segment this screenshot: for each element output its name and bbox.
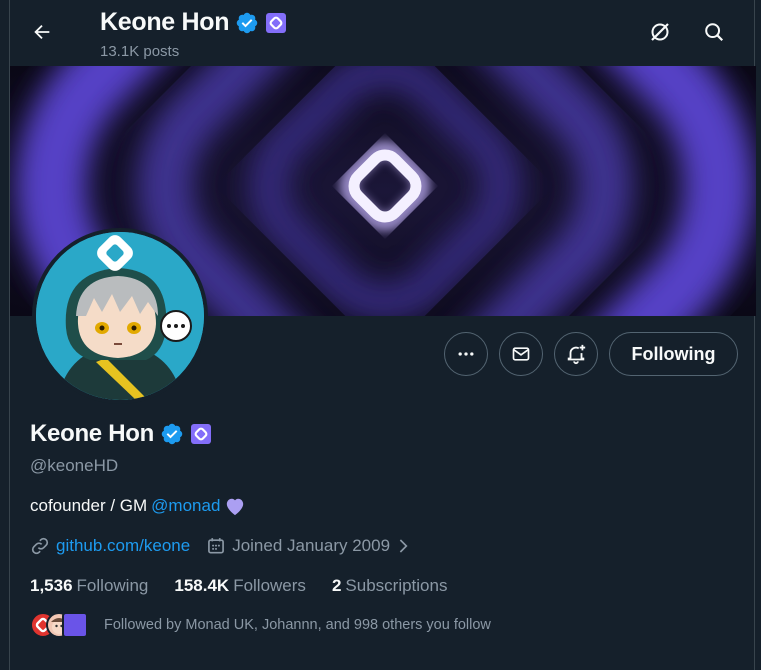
following-stat[interactable]: 1,536 Following — [30, 576, 148, 596]
verified-badge-icon — [237, 12, 258, 33]
back-button[interactable] — [24, 14, 60, 50]
header-name: Keone Hon — [100, 8, 230, 36]
profile-handle: @keoneHD — [30, 456, 119, 475]
calendar-icon — [208, 538, 225, 554]
joined-date: Joined January 2009 — [232, 536, 391, 555]
profile-meta: github.com/keone Joined January 2009 — [30, 536, 412, 556]
verified-badge-icon[interactable] — [160, 422, 184, 446]
following-button[interactable]: Following — [609, 332, 738, 376]
top-bar: Keone Hon 13.1K posts — [10, 0, 756, 66]
profile-stats: 1,536 Following 158.4K Followers 2 Subscrip… — [30, 576, 447, 596]
notify-icon — [567, 344, 586, 365]
followers-label: Followers — [233, 576, 306, 595]
header-posts-count: 13.1K posts — [100, 43, 180, 60]
followed-by-row[interactable]: Followed by Monad UK, Johannn, and 998 o… — [30, 612, 491, 638]
subscriptions-count: 2 — [331, 576, 342, 595]
notify-button[interactable] — [554, 332, 598, 376]
message-button[interactable] — [499, 332, 543, 376]
followed-by-text: Followed by Monad UK, Johannn, and 998 o… — [104, 617, 491, 633]
monad-affiliate-icon[interactable] — [190, 423, 212, 445]
more-button[interactable] — [444, 332, 488, 376]
grok-button[interactable] — [642, 14, 678, 50]
purple-heart-icon — [227, 498, 244, 516]
bio-mention-link[interactable]: @monad — [151, 496, 220, 516]
more-icon — [458, 352, 474, 356]
follower-avatar — [62, 612, 88, 638]
profile-name: Keone Hon — [30, 420, 154, 447]
message-icon — [512, 347, 530, 361]
avatar-image — [36, 232, 204, 400]
profile-name-row: Keone Hon — [30, 420, 212, 448]
back-arrow-icon — [34, 24, 50, 40]
profile-page: Keone Hon 13.1K posts Following Keone Ho… — [9, 0, 756, 670]
search-icon — [705, 23, 724, 42]
followers-stat[interactable]: 158.4K Followers — [174, 576, 306, 596]
header-name-row: Keone Hon — [100, 8, 287, 37]
grok-icon — [651, 23, 669, 41]
website-link[interactable]: github.com/keone — [56, 536, 190, 556]
link-icon — [31, 537, 49, 555]
followers-count: 158.4K — [174, 576, 230, 595]
subscriptions-stat[interactable]: 2 Subscriptions — [332, 576, 448, 596]
following-label: Following — [76, 576, 149, 595]
following-count: 1,536 — [30, 576, 73, 595]
search-button[interactable] — [696, 14, 732, 50]
subscriptions-label: Subscriptions — [345, 576, 448, 595]
profile-bio: cofounder / GM @monad — [30, 496, 246, 516]
monad-affiliate-icon[interactable] — [265, 12, 287, 34]
bio-text: cofounder / GM — [30, 496, 148, 515]
avatar[interactable] — [32, 228, 208, 404]
chevron-right-icon[interactable] — [394, 537, 412, 555]
